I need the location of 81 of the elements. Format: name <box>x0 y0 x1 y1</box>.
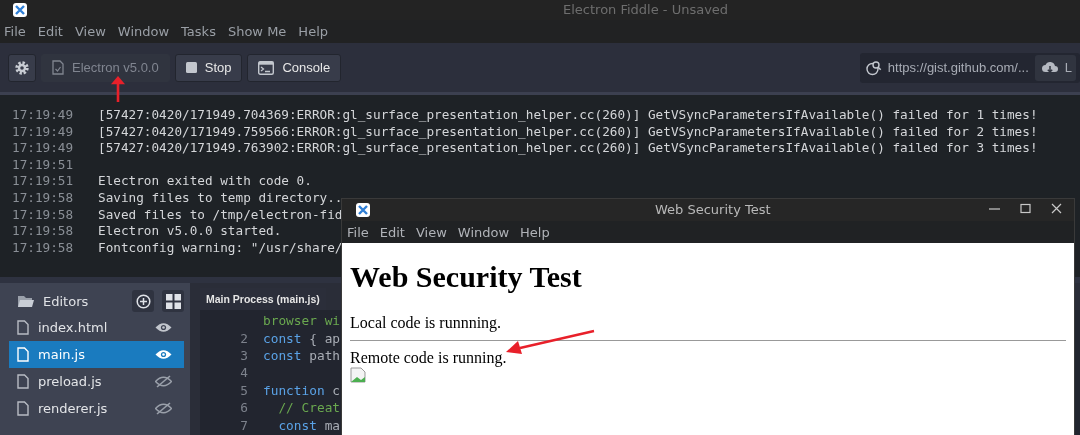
line-number: 6 <box>239 400 249 418</box>
code-line: function c <box>263 382 341 400</box>
log-timestamp: 17:19:49 <box>11 107 75 124</box>
menu-item[interactable]: Window <box>457 224 510 240</box>
code-line: const path <box>263 348 341 366</box>
folder-icon <box>17 294 35 308</box>
log-message: [57427:0420/171949.759566:ERROR:gl_surface_presentation_helper.cc(260)] GetVSyncParametersIfAvailable() failed for 2 times! <box>98 123 1038 141</box>
sidebar-item[interactable]: preload.js <box>9 368 184 395</box>
log-timestamp: 17:19:51 <box>11 156 75 174</box>
globe-search-icon <box>865 59 882 76</box>
menu-item[interactable]: Edit <box>379 224 405 240</box>
app-logo-icon <box>13 3 27 17</box>
file-icon <box>17 374 29 389</box>
eye-slash-icon[interactable] <box>155 402 172 415</box>
menu-item[interactable]: Show Me <box>227 24 293 39</box>
menu-item[interactable]: View <box>74 24 112 39</box>
load-button[interactable]: L <box>1034 54 1076 81</box>
menu-item[interactable]: View <box>415 224 447 240</box>
page-heading: Web Security Test <box>350 260 583 294</box>
grid-icon <box>165 293 181 309</box>
settings-button[interactable] <box>8 53 36 82</box>
menu-item[interactable]: Window <box>117 24 176 39</box>
broken-image-icon <box>350 367 366 383</box>
maximize-icon[interactable] <box>1020 203 1031 214</box>
eye-icon[interactable] <box>155 322 172 333</box>
log-message: Fontconfig warning: "/usr/share/ <box>98 239 343 257</box>
file-icon <box>17 320 29 335</box>
log-timestamp: 17:19:58 <box>11 206 75 224</box>
line-number: 4 <box>239 365 249 383</box>
log-message: Saved files to /tmp/electron-fid <box>98 206 343 224</box>
stop-icon <box>185 62 197 73</box>
file-check-icon <box>52 60 64 75</box>
menu-item[interactable]: Tasks <box>181 24 222 39</box>
log-timestamp: 17:19:58 <box>11 239 75 257</box>
plus-circle-icon <box>135 293 151 309</box>
file-icon <box>17 347 29 362</box>
layout-button[interactable] <box>162 290 184 312</box>
menu-item[interactable]: Help <box>520 224 550 240</box>
log-timestamp: 17:19:51 <box>11 173 75 190</box>
page-paragraph: Remote code is running. <box>350 349 508 367</box>
menu-item[interactable]: File <box>347 224 369 240</box>
menu-item[interactable]: File <box>4 24 32 39</box>
line-number: 2 <box>239 330 249 348</box>
eye-icon[interactable] <box>155 349 172 360</box>
sidebar-item[interactable]: renderer.js <box>9 395 184 422</box>
window-title: Web Security Test <box>655 202 771 217</box>
page-paragraph: Local code is runnning. <box>350 314 503 332</box>
line-number: 3 <box>239 348 249 366</box>
file-icon <box>17 401 29 416</box>
annotation-arrow <box>111 76 125 103</box>
code-line: // Creat <box>277 400 341 418</box>
log-message: [57427:0420/171949.763902:ERROR:gl_surface_presentation_helper.cc(260)] GetVSyncParametersIfAvailable() failed for 3 times! <box>98 140 1038 157</box>
settings-icon <box>14 59 30 76</box>
sidebar-item[interactable]: main.js <box>9 341 184 368</box>
add-button[interactable] <box>132 290 154 312</box>
log-timestamp: 17:19:58 <box>11 223 75 240</box>
log-timestamp: 17:19:49 <box>11 140 75 157</box>
sidebar-item[interactable]: index.html <box>9 314 184 341</box>
line-number: 7 <box>239 417 249 435</box>
stop-button[interactable]: Stop <box>174 53 243 82</box>
log-timestamp: 17:19:49 <box>11 123 75 141</box>
eye-slash-icon[interactable] <box>155 375 172 388</box>
code-line: const ma <box>277 417 341 435</box>
window-title: Electron Fiddle - Unsaved <box>563 2 729 17</box>
app-logo-icon <box>356 203 370 217</box>
console-button[interactable]: Console <box>247 53 342 82</box>
terminal-icon <box>258 60 275 75</box>
log-message: Saving files to temp directory.. <box>98 189 343 207</box>
menu-item[interactable]: Edit <box>37 24 69 39</box>
menu-item[interactable]: Help <box>298 24 334 39</box>
cloud-download-icon <box>1040 60 1059 75</box>
log-message: [57427:0420/171949.704369:ERROR:gl_surface_presentation_helper.cc(260)] GetVSyncParametersIfAvailable() failed for 1 times! <box>98 107 1038 124</box>
log-message: Electron exited with code 0. <box>98 173 312 190</box>
line-number: 5 <box>239 382 249 400</box>
code-line: const { ap <box>263 330 341 348</box>
gist-url-field[interactable]: https://gist.github.com/... L <box>859 52 1080 83</box>
code-line: browser wi <box>263 313 341 331</box>
sidebar-title: Editors <box>43 293 90 309</box>
log-message: Electron v5.0.0 started. <box>98 223 282 240</box>
close-icon[interactable] <box>1051 203 1062 214</box>
log-timestamp: 17:19:58 <box>11 189 75 207</box>
